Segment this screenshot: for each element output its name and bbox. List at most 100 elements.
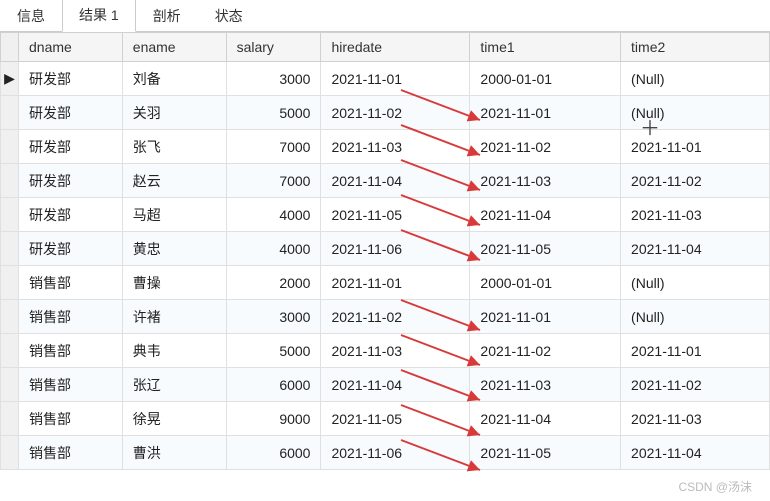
table-row[interactable]: 研发部张飞70002021-11-032021-11-022021-11-01 <box>1 130 770 164</box>
cell-time1[interactable]: 2021-11-05 <box>470 232 621 266</box>
cell-hiredate[interactable]: 2021-11-06 <box>321 232 470 266</box>
col-ename[interactable]: ename <box>122 33 226 62</box>
tab-profile[interactable]: 剖析 <box>136 0 198 32</box>
table-row[interactable]: 销售部曹洪60002021-11-062021-11-052021-11-04 <box>1 436 770 470</box>
cell-hiredate[interactable]: 2021-11-02 <box>321 96 470 130</box>
result-grid[interactable]: dname ename salary hiredate time1 time2 … <box>0 32 770 470</box>
cell-time2[interactable]: 2021-11-03 <box>621 402 770 436</box>
row-marker <box>1 130 19 164</box>
cell-ename[interactable]: 张飞 <box>122 130 226 164</box>
tab-status[interactable]: 状态 <box>198 0 260 32</box>
table-row[interactable]: 研发部赵云70002021-11-042021-11-032021-11-02 <box>1 164 770 198</box>
cell-salary[interactable]: 4000 <box>226 232 321 266</box>
cell-dname[interactable]: 研发部 <box>19 96 123 130</box>
cell-dname[interactable]: 研发部 <box>19 62 123 96</box>
cell-dname[interactable]: 销售部 <box>19 300 123 334</box>
cell-salary[interactable]: 5000 <box>226 96 321 130</box>
cell-time1[interactable]: 2021-11-03 <box>470 368 621 402</box>
cell-salary[interactable]: 3000 <box>226 300 321 334</box>
cell-salary[interactable]: 6000 <box>226 368 321 402</box>
cell-ename[interactable]: 赵云 <box>122 164 226 198</box>
tab-info[interactable]: 信息 <box>0 0 62 32</box>
cell-hiredate[interactable]: 2021-11-05 <box>321 402 470 436</box>
cell-dname[interactable]: 研发部 <box>19 198 123 232</box>
watermark: CSDN @汤沫 <box>678 478 752 495</box>
tab-bar: 信息 结果 1 剖析 状态 <box>0 0 770 32</box>
cell-salary[interactable]: 4000 <box>226 198 321 232</box>
table-row[interactable]: 销售部典韦50002021-11-032021-11-022021-11-01 <box>1 334 770 368</box>
cell-dname[interactable]: 销售部 <box>19 436 123 470</box>
cell-hiredate[interactable]: 2021-11-03 <box>321 334 470 368</box>
cell-hiredate[interactable]: 2021-11-03 <box>321 130 470 164</box>
cell-salary[interactable]: 9000 <box>226 402 321 436</box>
cell-time2[interactable]: (Null) <box>621 300 770 334</box>
cell-ename[interactable]: 曹洪 <box>122 436 226 470</box>
cell-time2[interactable]: 2021-11-02 <box>621 164 770 198</box>
cell-dname[interactable]: 销售部 <box>19 266 123 300</box>
cell-hiredate[interactable]: 2021-11-01 <box>321 62 470 96</box>
cell-time2[interactable]: 2021-11-01 <box>621 334 770 368</box>
cell-time1[interactable]: 2021-11-01 <box>470 96 621 130</box>
cell-time1[interactable]: 2021-11-05 <box>470 436 621 470</box>
cell-time2[interactable]: (Null) <box>621 266 770 300</box>
col-hiredate[interactable]: hiredate <box>321 33 470 62</box>
cell-hiredate[interactable]: 2021-11-02 <box>321 300 470 334</box>
cell-ename[interactable]: 典韦 <box>122 334 226 368</box>
cell-salary[interactable]: 2000 <box>226 266 321 300</box>
cell-time2[interactable]: 2021-11-04 <box>621 232 770 266</box>
table-row[interactable]: 销售部张辽60002021-11-042021-11-032021-11-02 <box>1 368 770 402</box>
tab-result[interactable]: 结果 1 <box>62 0 136 32</box>
cell-ename[interactable]: 曹操 <box>122 266 226 300</box>
cell-dname[interactable]: 销售部 <box>19 368 123 402</box>
cell-time1[interactable]: 2021-11-04 <box>470 402 621 436</box>
cell-time1[interactable]: 2021-11-03 <box>470 164 621 198</box>
cell-salary[interactable]: 7000 <box>226 130 321 164</box>
col-salary[interactable]: salary <box>226 33 321 62</box>
cell-time2[interactable]: (Null) <box>621 62 770 96</box>
cell-ename[interactable]: 许褚 <box>122 300 226 334</box>
cell-time2[interactable]: 2021-11-02 <box>621 368 770 402</box>
cell-salary[interactable]: 6000 <box>226 436 321 470</box>
cell-time1[interactable]: 2021-11-04 <box>470 198 621 232</box>
cell-salary[interactable]: 3000 <box>226 62 321 96</box>
table-row[interactable]: 销售部曹操20002021-11-012000-01-01(Null) <box>1 266 770 300</box>
cell-hiredate[interactable]: 2021-11-04 <box>321 368 470 402</box>
row-marker <box>1 334 19 368</box>
cell-ename[interactable]: 徐晃 <box>122 402 226 436</box>
cell-salary[interactable]: 5000 <box>226 334 321 368</box>
cell-time1[interactable]: 2021-11-02 <box>470 130 621 164</box>
cell-time2[interactable]: 2021-11-04 <box>621 436 770 470</box>
table-row[interactable]: ▶研发部刘备30002021-11-012000-01-01(Null) <box>1 62 770 96</box>
cell-dname[interactable]: 销售部 <box>19 402 123 436</box>
col-dname[interactable]: dname <box>19 33 123 62</box>
cell-time2[interactable]: (Null) <box>621 96 770 130</box>
cell-ename[interactable]: 关羽 <box>122 96 226 130</box>
cell-dname[interactable]: 研发部 <box>19 232 123 266</box>
cell-dname[interactable]: 研发部 <box>19 130 123 164</box>
cell-dname[interactable]: 研发部 <box>19 164 123 198</box>
table-row[interactable]: 研发部黄忠40002021-11-062021-11-052021-11-04 <box>1 232 770 266</box>
cell-hiredate[interactable]: 2021-11-01 <box>321 266 470 300</box>
table-row[interactable]: 销售部许褚30002021-11-022021-11-01(Null) <box>1 300 770 334</box>
cell-ename[interactable]: 刘备 <box>122 62 226 96</box>
col-time1[interactable]: time1 <box>470 33 621 62</box>
cell-hiredate[interactable]: 2021-11-05 <box>321 198 470 232</box>
cell-time2[interactable]: 2021-11-01 <box>621 130 770 164</box>
row-marker <box>1 266 19 300</box>
cell-ename[interactable]: 黄忠 <box>122 232 226 266</box>
table-row[interactable]: 研发部关羽50002021-11-022021-11-01(Null) <box>1 96 770 130</box>
cell-time1[interactable]: 2021-11-01 <box>470 300 621 334</box>
cell-dname[interactable]: 销售部 <box>19 334 123 368</box>
cell-hiredate[interactable]: 2021-11-06 <box>321 436 470 470</box>
cell-time2[interactable]: 2021-11-03 <box>621 198 770 232</box>
table-row[interactable]: 研发部马超40002021-11-052021-11-042021-11-03 <box>1 198 770 232</box>
cell-ename[interactable]: 马超 <box>122 198 226 232</box>
col-time2[interactable]: time2 <box>621 33 770 62</box>
table-row[interactable]: 销售部徐晃90002021-11-052021-11-042021-11-03 <box>1 402 770 436</box>
cell-salary[interactable]: 7000 <box>226 164 321 198</box>
cell-time1[interactable]: 2000-01-01 <box>470 62 621 96</box>
cell-time1[interactable]: 2000-01-01 <box>470 266 621 300</box>
cell-hiredate[interactable]: 2021-11-04 <box>321 164 470 198</box>
cell-time1[interactable]: 2021-11-02 <box>470 334 621 368</box>
cell-ename[interactable]: 张辽 <box>122 368 226 402</box>
